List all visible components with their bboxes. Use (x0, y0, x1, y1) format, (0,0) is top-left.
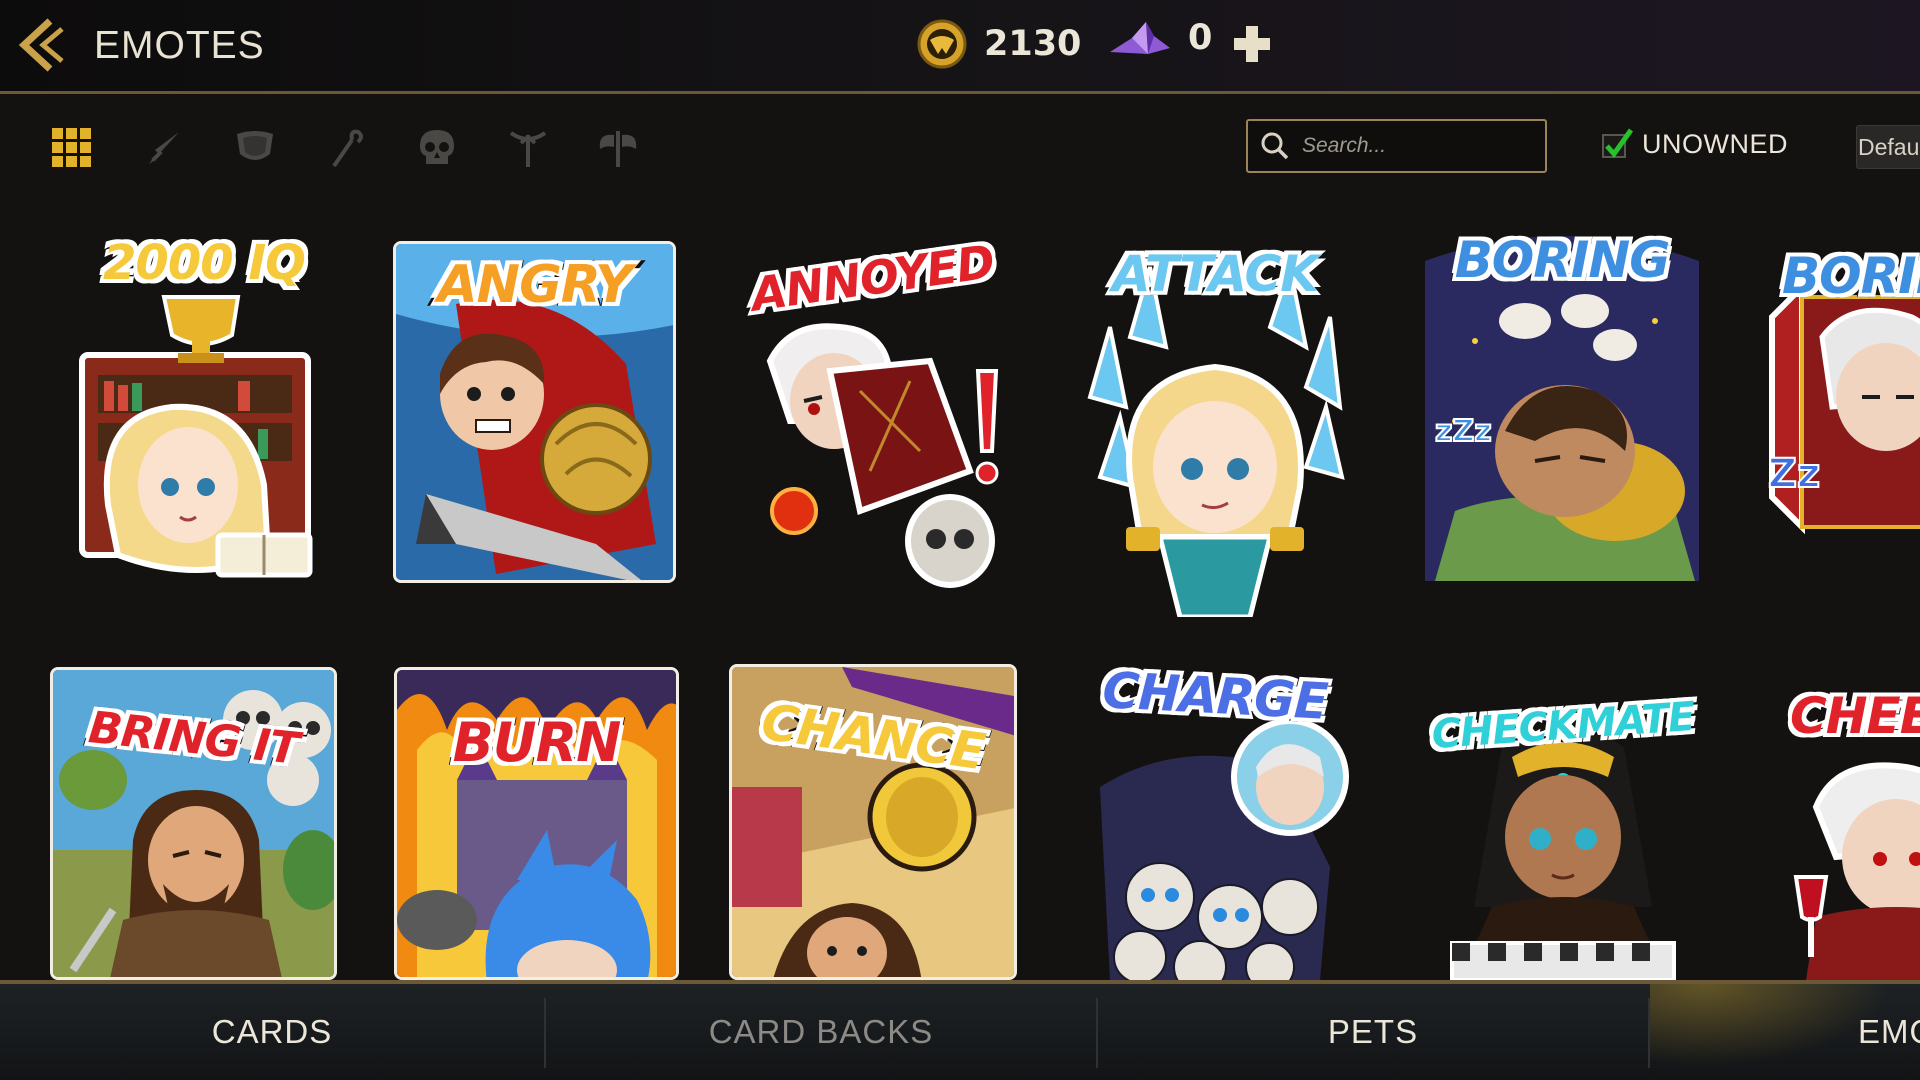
filter-staff-button[interactable] (322, 124, 370, 172)
crystal-icon (1110, 22, 1170, 54)
svg-text:Zz: Zz (1768, 451, 1820, 497)
plus-icon (1234, 26, 1270, 62)
emote-burn[interactable]: BURN (394, 667, 679, 980)
bow-icon (509, 131, 547, 167)
tab-pets[interactable]: PETS (1098, 984, 1648, 1080)
filter-bow-button[interactable] (504, 124, 552, 172)
emote-attack[interactable]: ATTACK (1070, 237, 1360, 617)
filter-shield-button[interactable] (231, 124, 279, 172)
emote-cheers[interactable]: CHEERS (1776, 677, 1920, 980)
tab-card-backs[interactable]: CARD BACKS (546, 984, 1096, 1080)
search-input[interactable] (1302, 134, 1522, 158)
screen-title: EMOTES (94, 24, 265, 67)
gem-counter: 0 (1108, 18, 1212, 58)
tab-emotes[interactable]: EMOTES (1650, 984, 1920, 1080)
emote-boring[interactable]: zZz BORING (1415, 221, 1709, 601)
tab-label: EMOTES (1858, 1013, 1920, 1050)
emote-label: BURN (449, 707, 626, 778)
double-chevron-left-icon (18, 18, 64, 72)
tab-label: CARDS (211, 1013, 333, 1050)
axe-icon (599, 131, 637, 167)
add-currency-button[interactable] (1230, 22, 1274, 66)
svg-text:zZz: zZz (1435, 414, 1492, 449)
filter-axe-button[interactable] (594, 124, 642, 172)
emote-label: BORING (1778, 243, 1920, 309)
emote-label: ATTACK (1108, 241, 1323, 307)
gold-counter: 2130 (916, 18, 1081, 70)
tab-cards[interactable]: CARDS (0, 984, 544, 1080)
gold-coin-icon (917, 19, 967, 69)
emote-2000-iq[interactable]: 2000 IQ (68, 231, 340, 597)
sword-icon (149, 132, 179, 164)
sort-value: Default (1858, 134, 1920, 160)
top-bar: EMOTES 2130 0 (0, 0, 1920, 94)
emote-chance[interactable]: CHANCE (729, 664, 1017, 980)
emote-charge[interactable]: CHARGE (1080, 657, 1350, 980)
filter-all-button[interactable] (48, 124, 96, 172)
filter-sword-button[interactable] (141, 124, 189, 172)
gem-amount: 0 (1188, 18, 1213, 58)
back-button[interactable] (14, 14, 70, 76)
gold-amount: 2130 (984, 24, 1082, 64)
sort-dropdown[interactable]: Default (1856, 125, 1920, 169)
skull-icon (420, 130, 454, 164)
emote-grid: 2000 IQ ANGRY ANNOYED ATTACK zZz BORING … (0, 197, 1920, 980)
emote-label: BORING (1451, 227, 1675, 293)
emote-checkmate[interactable]: CHECKMATE (1412, 687, 1714, 980)
unowned-label: UNOWNED (1642, 128, 1788, 159)
emote-boring-2[interactable]: Zz BORING (1762, 237, 1920, 567)
emote-annoyed[interactable]: ANNOYED (730, 230, 1015, 591)
bottom-tab-bar: CARDS CARD BACKS PETS EMOTES (0, 980, 1920, 1080)
filter-bar: UNOWNED Default (0, 97, 1920, 197)
tab-label: CARD BACKS (708, 1013, 934, 1050)
checkbox-checked-icon (1602, 128, 1634, 159)
search-icon (1261, 132, 1289, 160)
tab-label: PETS (1327, 1013, 1419, 1050)
emote-label: 2000 IQ (99, 231, 310, 295)
search-field[interactable] (1246, 119, 1547, 173)
shield-icon (237, 131, 273, 160)
filter-skull-button[interactable] (413, 124, 461, 172)
emote-label: CHEERS (1786, 683, 1920, 749)
unowned-toggle[interactable]: UNOWNED (1600, 127, 1788, 161)
emote-label: ANGRY (433, 251, 636, 319)
staff-icon (332, 129, 363, 168)
grid-icon (52, 128, 91, 167)
emote-angry[interactable]: ANGRY (393, 241, 676, 583)
emote-bring-it[interactable]: BRING IT (50, 667, 337, 980)
